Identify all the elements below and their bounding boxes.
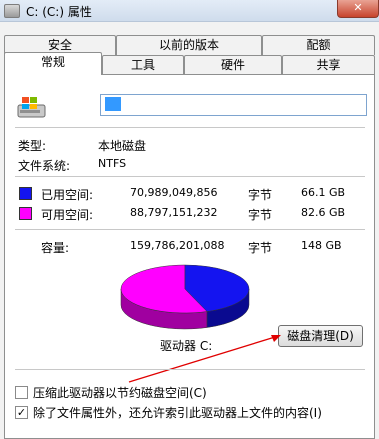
free-space-size: 82.6 GB [301, 206, 346, 219]
used-space-unit: 字节 [248, 188, 273, 202]
capacity-label: 容量: [41, 241, 70, 255]
capacity-unit: 字节 [248, 241, 273, 255]
drive-icon [4, 4, 20, 18]
drive-icon [17, 97, 46, 118]
window-title: C: (C:) 属性 [26, 5, 92, 19]
compress-checkbox[interactable] [15, 386, 28, 399]
selected-text [105, 97, 121, 111]
used-space-bytes: 70,989,049,856 [130, 186, 218, 199]
tab-tools[interactable]: 工具 [102, 55, 184, 75]
type-value: 本地磁盘 [98, 139, 147, 153]
tab-previous-versions[interactable]: 以前的版本 [116, 35, 262, 55]
disk-usage-pie [120, 264, 250, 330]
type-label: 类型: [18, 139, 47, 153]
filesystem-label: 文件系统: [18, 159, 71, 173]
free-space-label: 可用空间: [41, 208, 94, 222]
free-space-bytes: 88,797,151,232 [130, 206, 218, 219]
general-panel: 类型: 本地磁盘 文件系统: NTFS 已用空间: 70,989,049,856… [4, 74, 375, 439]
filesystem-value: NTFS [98, 157, 127, 170]
used-space-size: 66.1 GB [301, 186, 346, 199]
index-label[interactable]: 除了文件属性外，还允许索引此驱动器上文件的内容(I) [33, 404, 322, 421]
divider [15, 176, 365, 177]
used-space-swatch [19, 187, 32, 200]
tab-quota[interactable]: 配额 [262, 35, 375, 55]
index-checkbox[interactable]: ✓ [15, 406, 28, 419]
drive-name-input[interactable] [100, 94, 367, 116]
free-space-swatch [19, 207, 32, 220]
tab-hardware[interactable]: 硬件 [184, 55, 282, 75]
tab-general[interactable]: 常规 [4, 52, 102, 75]
annotation-arrow [128, 335, 281, 383]
title-bar[interactable]: C: (C:) 属性 ✕ [0, 0, 379, 22]
divider [15, 369, 365, 370]
properties-window: C: (C:) 属性 ✕ 安全 以前的版本 配额 常规 工具 硬件 共享 类型:… [0, 0, 379, 439]
free-space-unit: 字节 [248, 208, 273, 222]
compress-label[interactable]: 压缩此驱动器以节约磁盘空间(C) [33, 384, 207, 401]
close-button[interactable]: ✕ [337, 0, 379, 18]
divider [15, 127, 365, 128]
tab-sharing[interactable]: 共享 [282, 55, 375, 75]
capacity-size: 148 GB [301, 239, 342, 252]
divider [15, 229, 365, 230]
capacity-bytes: 159,786,201,088 [130, 239, 225, 252]
disk-cleanup-button[interactable]: 磁盘清理(D) [278, 325, 363, 347]
used-space-label: 已用空间: [41, 188, 94, 202]
